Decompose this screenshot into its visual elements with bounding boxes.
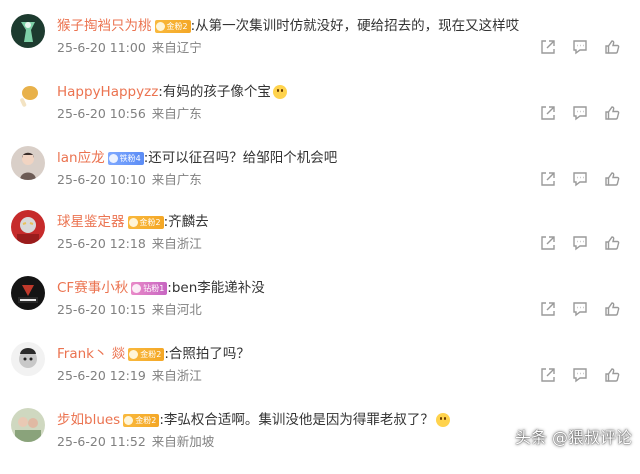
comment-item: 球星鉴定器 金粉2 :齐麟去 25-6-20 12:18 来自浙江: [0, 210, 640, 276]
comment-item: Frank丶 燚 金粉2 :合照拍了吗？ 25-6-20 12:19 来自浙江: [0, 342, 640, 408]
comment-location: 来自新加坡: [151, 434, 215, 449]
badge-icon: [108, 153, 118, 163]
avatar[interactable]: [11, 408, 45, 442]
comment-text: :ben李能递补没: [167, 280, 265, 296]
comment-time: 25-6-20 12:18: [57, 236, 146, 251]
avatar[interactable]: [11, 146, 45, 180]
comment-icon[interactable]: [571, 300, 589, 318]
thumbs-up-icon[interactable]: [603, 300, 621, 318]
comment-location: 来自辽宁: [151, 40, 202, 55]
comment-text: :李弘权合适啊。集训没他是因为得罪老叔了？: [159, 412, 434, 428]
comment-item: 猴子掏裆只为桃 金粉2 :从第一次集训时仿就没好，硬给招去的，现在又这样哎 25…: [0, 14, 640, 80]
username[interactable]: Frank丶 燚: [57, 344, 125, 364]
comment-icon[interactable]: [571, 38, 589, 56]
avatar[interactable]: [11, 276, 45, 310]
badge-icon: [132, 283, 142, 293]
comment-text: :合照拍了吗？: [164, 346, 250, 362]
thumbs-up-icon[interactable]: [603, 170, 621, 188]
comment-time: 25-6-20 11:52: [57, 434, 146, 449]
badge-icon: [129, 349, 139, 359]
username[interactable]: HappyHappyzz: [57, 82, 158, 102]
badge-icon: [124, 415, 134, 425]
fan-badge: 金粉2: [128, 347, 165, 361]
fan-badge: 金粉2: [127, 215, 164, 229]
comment-icon[interactable]: [571, 234, 589, 252]
badge-icon: [128, 217, 138, 227]
comment-time: 25-6-20 10:10: [57, 172, 146, 187]
comment-location: 来自浙江: [151, 368, 202, 383]
thumbs-up-icon[interactable]: [603, 366, 621, 384]
smile-emoji-icon: [435, 413, 450, 427]
username[interactable]: 猴子掏裆只为桃: [57, 16, 152, 36]
comment-location: 来自广东: [151, 172, 202, 187]
thumbs-up-icon[interactable]: [603, 104, 621, 122]
fan-badge: 铁粉4: [107, 151, 144, 165]
fan-badge: 钻粉1: [131, 281, 168, 295]
comment-icon[interactable]: [571, 170, 589, 188]
comment-text: :齐麟去: [163, 214, 209, 230]
username[interactable]: lan应龙: [57, 148, 105, 168]
comment-item: CF赛事小秋 钻粉1 :ben李能递补没 25-6-20 10:15 来自河北: [0, 276, 640, 342]
comment-item: HappyHappyzz :有妈的孩子像个宝 25-6-20 10:56 来自广东: [0, 80, 640, 146]
comment-time: 25-6-20 11:00: [57, 40, 146, 55]
comment-time: 25-6-20 12:19: [57, 368, 146, 383]
share-icon[interactable]: [539, 234, 557, 252]
share-icon[interactable]: [539, 300, 557, 318]
share-icon[interactable]: [539, 38, 557, 56]
thumbs-up-icon[interactable]: [603, 234, 621, 252]
thumbs-up-icon[interactable]: [603, 38, 621, 56]
share-icon[interactable]: [539, 170, 557, 188]
comment-text: :从第一次集训时仿就没好，硬给招去的，现在又这样哎: [190, 18, 520, 34]
fan-badge: 金粉2: [123, 413, 160, 427]
comment-icon[interactable]: [571, 366, 589, 384]
smile-emoji-icon: [272, 85, 287, 99]
badge-icon: [155, 21, 165, 31]
username[interactable]: 球星鉴定器: [57, 212, 125, 232]
avatar[interactable]: [11, 210, 45, 244]
share-icon[interactable]: [539, 366, 557, 384]
comment-location: 来自广东: [151, 106, 202, 121]
comment-icon[interactable]: [571, 104, 589, 122]
comment-item: lan应龙 铁粉4 :还可以征召吗？给邹阳个机会吧 25-6-20 10:10 来…: [0, 146, 640, 212]
username[interactable]: 步如blues: [57, 410, 120, 430]
comment-location: 来自河北: [151, 302, 202, 317]
comment-location: 来自浙江: [151, 236, 202, 251]
username[interactable]: CF赛事小秋: [57, 278, 128, 298]
comment-time: 25-6-20 10:56: [57, 106, 146, 121]
watermark: 头条 @猥叔评论: [514, 428, 632, 447]
comment-text: :有妈的孩子像个宝: [158, 84, 271, 100]
avatar[interactable]: [11, 80, 45, 114]
avatar[interactable]: [11, 14, 45, 48]
share-icon[interactable]: [539, 104, 557, 122]
fan-badge: 金粉2: [154, 19, 191, 33]
comment-time: 25-6-20 10:15: [57, 302, 146, 317]
avatar[interactable]: [11, 342, 45, 376]
comment-text: :还可以征召吗？给邹阳个机会吧: [143, 150, 338, 166]
